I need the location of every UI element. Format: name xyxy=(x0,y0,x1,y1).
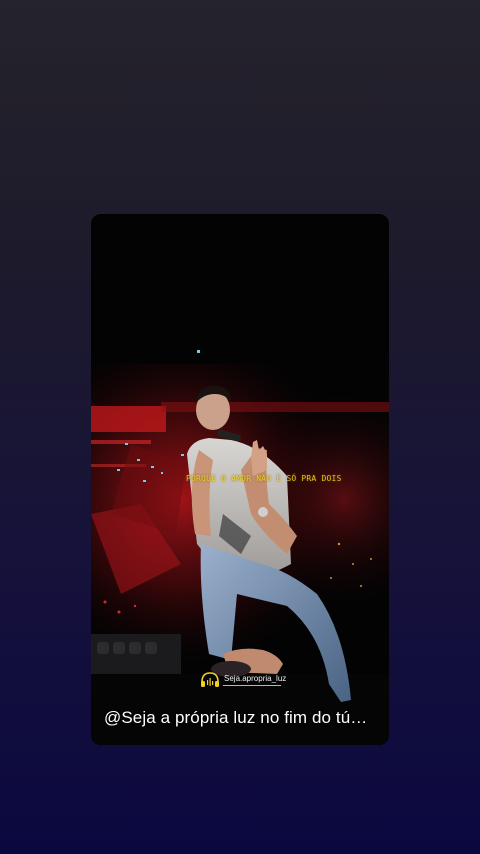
video-caption[interactable]: @Seja a própria luz no fim do tú… xyxy=(104,708,380,728)
video-card[interactable]: PORQUE O AMOR NÃO É SÓ PRA DOIS Seja.apr… xyxy=(91,214,389,745)
headphones-icon xyxy=(201,672,219,687)
watermark-underline xyxy=(223,685,281,686)
watermark-text: Seja.apropria_luz xyxy=(224,674,287,683)
watermark: Seja.apropria_luz xyxy=(199,670,287,692)
lyrics-overlay: PORQUE O AMOR NÃO É SÓ PRA DOIS xyxy=(186,474,342,483)
